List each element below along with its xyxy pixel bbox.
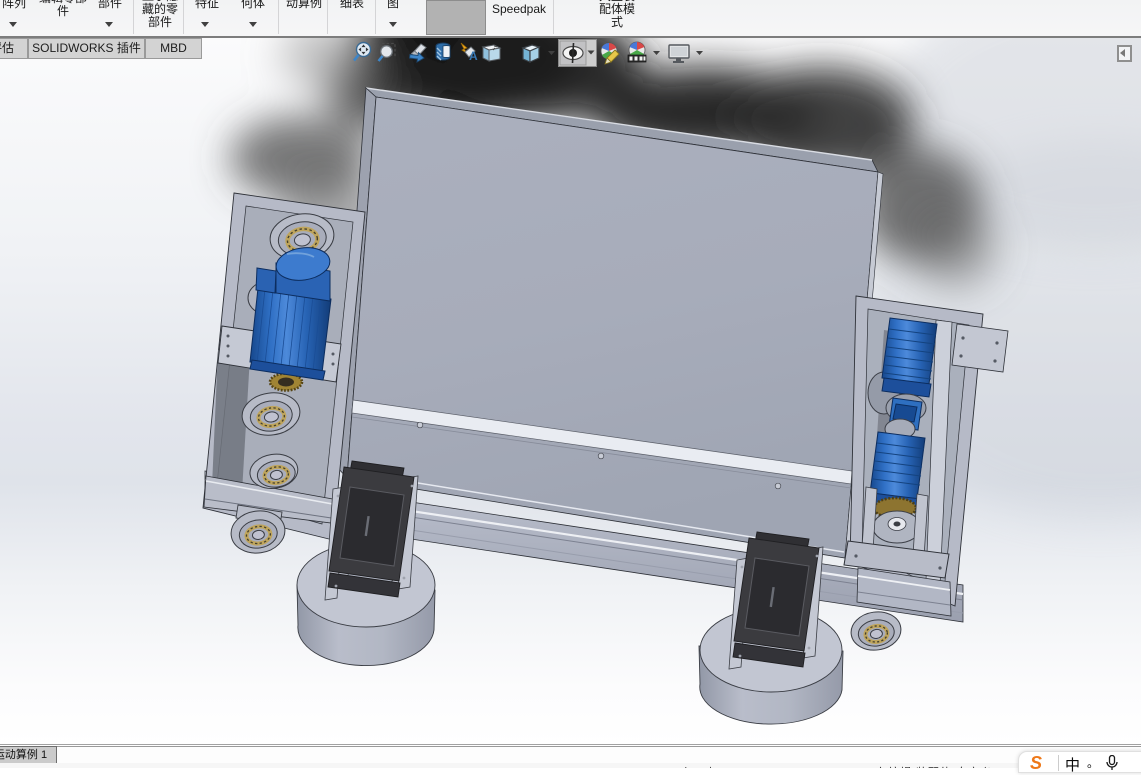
svg-text:A: A: [469, 49, 478, 63]
